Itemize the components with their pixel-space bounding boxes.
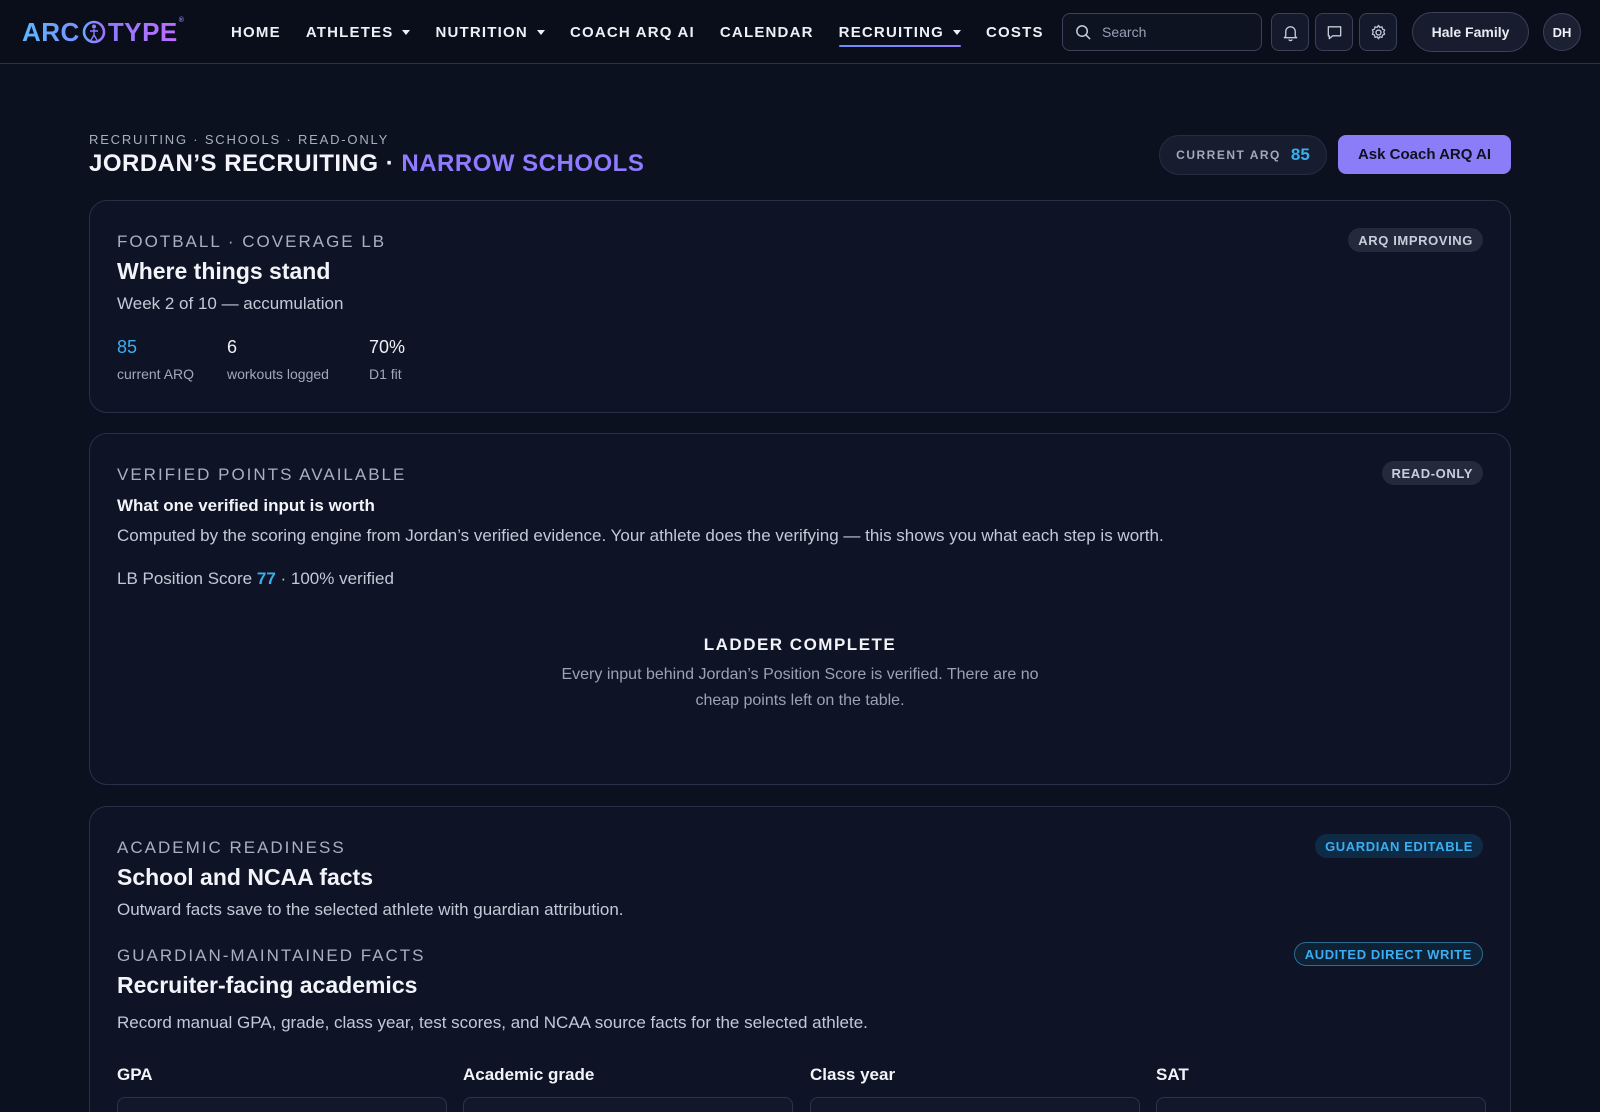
class-year-label: Class year <box>810 1065 896 1084</box>
chevron-down-icon <box>402 29 411 35</box>
status-card-title: Where things stand <box>117 258 331 284</box>
stat-workouts-logged: 6 workouts logged <box>227 337 329 382</box>
nav-costs[interactable]: COSTS <box>986 0 1044 64</box>
stat-value: 70% <box>369 337 406 357</box>
audited-direct-write-badge: AUDITED DIRECT WRITE <box>1293 942 1483 966</box>
position-score-value: 77 <box>256 569 276 588</box>
family-switcher-button[interactable]: Hale Family <box>1412 12 1529 52</box>
guardian-facts-eyebrow: GUARDIAN-MAINTAINED FACTS <box>117 946 426 965</box>
gear-icon <box>1371 24 1385 39</box>
brand-logo[interactable]: ARC TYPE ® <box>22 16 184 48</box>
stat-value: 85 <box>117 337 138 357</box>
sat-field[interactable] <box>1156 1097 1486 1112</box>
nav-calendar-label: CALENDAR <box>719 23 814 41</box>
nav-coach-label: COACH ARQ AI <box>569 23 695 41</box>
nav-athletes-label: ATHLETES <box>305 23 394 41</box>
stat-current-arq: 85 current ARQ <box>117 337 194 382</box>
current-arq-label: CURRENT ARQ <box>1176 148 1281 162</box>
guardian-editable-badge: GUARDIAN EDITABLE <box>1315 834 1483 858</box>
academics-section-title: Recruiter-facing academics <box>117 972 418 998</box>
nav-nutrition[interactable]: NUTRITION <box>435 0 545 64</box>
nav-calendar[interactable]: CALENDAR <box>720 0 814 64</box>
ask-coach-arq-ai-button[interactable]: Ask Coach ARQ AI <box>1338 135 1511 174</box>
nav-recruiting-label: RECRUITING <box>838 23 944 41</box>
registered-mark: ® <box>178 16 185 24</box>
academic-card-subtitle: Outward facts save to the selected athle… <box>117 900 624 919</box>
messages-button[interactable] <box>1315 13 1353 51</box>
sat-label: SAT <box>1156 1065 1189 1084</box>
status-badge: ARQ IMPROVING <box>1348 228 1483 252</box>
nav-coach-arq-ai[interactable]: COACH ARQ AI <box>570 0 695 64</box>
read-only-badge: READ-ONLY <box>1381 461 1483 485</box>
academic-grade-label: Academic grade <box>463 1065 595 1084</box>
page-title: JORDAN’S RECRUITING · NARROW SCHOOLS <box>89 150 644 178</box>
gpa-field[interactable] <box>117 1097 447 1112</box>
position-score-line: LB Position Score 77 · 100% verified <box>117 569 394 589</box>
notifications-button[interactable] <box>1271 13 1309 51</box>
status-card-eyebrow: FOOTBALL · COVERAGE LB <box>117 232 387 251</box>
page-title-main: JORDAN’S RECRUITING · <box>89 150 402 177</box>
search-input[interactable] <box>1102 24 1252 40</box>
bell-icon <box>1283 25 1297 41</box>
ladder-complete-title: LADDER COMPLETE <box>703 635 897 654</box>
stat-caption: D1 fit <box>369 366 402 382</box>
academic-grade-field[interactable] <box>463 1097 793 1112</box>
current-arq-value: 85 <box>1290 145 1310 164</box>
chevron-down-icon <box>953 29 961 35</box>
verified-points-card: VERIFIED POINTS AVAILABLE READ-ONLY What… <box>89 433 1511 785</box>
status-card-subtitle: Week 2 of 10 — accumulation <box>117 294 344 313</box>
stat-value: 6 <box>227 337 238 357</box>
page-title-accent: NARROW SCHOOLS <box>401 150 645 177</box>
position-score-suffix: · 100% verified <box>275 569 394 588</box>
nav-home-label: HOME <box>231 23 281 41</box>
nav-home[interactable]: HOME <box>231 0 281 64</box>
nav-nutrition-label: NUTRITION <box>435 23 528 41</box>
nav-links: HOME ATHLETES NUTRITION COACH ARQ AI CAL… <box>231 0 1069 64</box>
avatar[interactable]: DH <box>1543 13 1581 51</box>
brand-logo-post: TYPE <box>107 16 178 47</box>
search-box[interactable] <box>1062 13 1262 51</box>
academic-readiness-card: ACADEMIC READINESS GUARDIAN EDITABLE Sch… <box>89 806 1511 1112</box>
settings-button[interactable] <box>1359 13 1397 51</box>
verified-card-body: Computed by the scoring engine from Jord… <box>117 526 1164 545</box>
stat-caption: current ARQ <box>117 366 195 382</box>
nav-costs-label: COSTS <box>986 23 1044 41</box>
chat-icon <box>1327 25 1341 39</box>
nav-athletes[interactable]: ATHLETES <box>306 0 411 64</box>
verified-card-eyebrow: VERIFIED POINTS AVAILABLE <box>117 465 407 484</box>
search-icon <box>1076 24 1091 39</box>
top-nav: ARC TYPE ® HOME ATHLETES NUTRITION COACH… <box>0 0 1600 64</box>
class-year-field[interactable] <box>810 1097 1140 1112</box>
status-card: FOOTBALL · COVERAGE LB ARQ IMPROVING Whe… <box>89 200 1511 413</box>
stat-d1-fit: 70% D1 fit <box>369 337 405 382</box>
current-arq-pill: CURRENT ARQ 85 <box>1159 135 1327 175</box>
chevron-down-icon <box>536 29 545 35</box>
arq-figure-icon <box>82 20 106 44</box>
breadcrumb: RECRUITING · SCHOOLS · READ-ONLY <box>89 132 390 147</box>
academics-section-description: Record manual GPA, grade, class year, te… <box>117 1013 868 1032</box>
brand-logo-pre: ARC <box>22 16 80 47</box>
stat-caption: workouts logged <box>227 366 329 382</box>
nav-recruiting[interactable]: RECRUITING <box>838 0 962 64</box>
position-score-prefix: LB Position Score <box>117 569 257 588</box>
verified-card-title: What one verified input is worth <box>117 496 375 515</box>
academic-card-eyebrow: ACADEMIC READINESS <box>117 838 346 857</box>
gpa-label: GPA <box>117 1065 153 1084</box>
academic-card-title: School and NCAA facts <box>117 864 374 890</box>
ladder-complete-description: Every input behind Jordan’s Position Sco… <box>561 666 1039 709</box>
